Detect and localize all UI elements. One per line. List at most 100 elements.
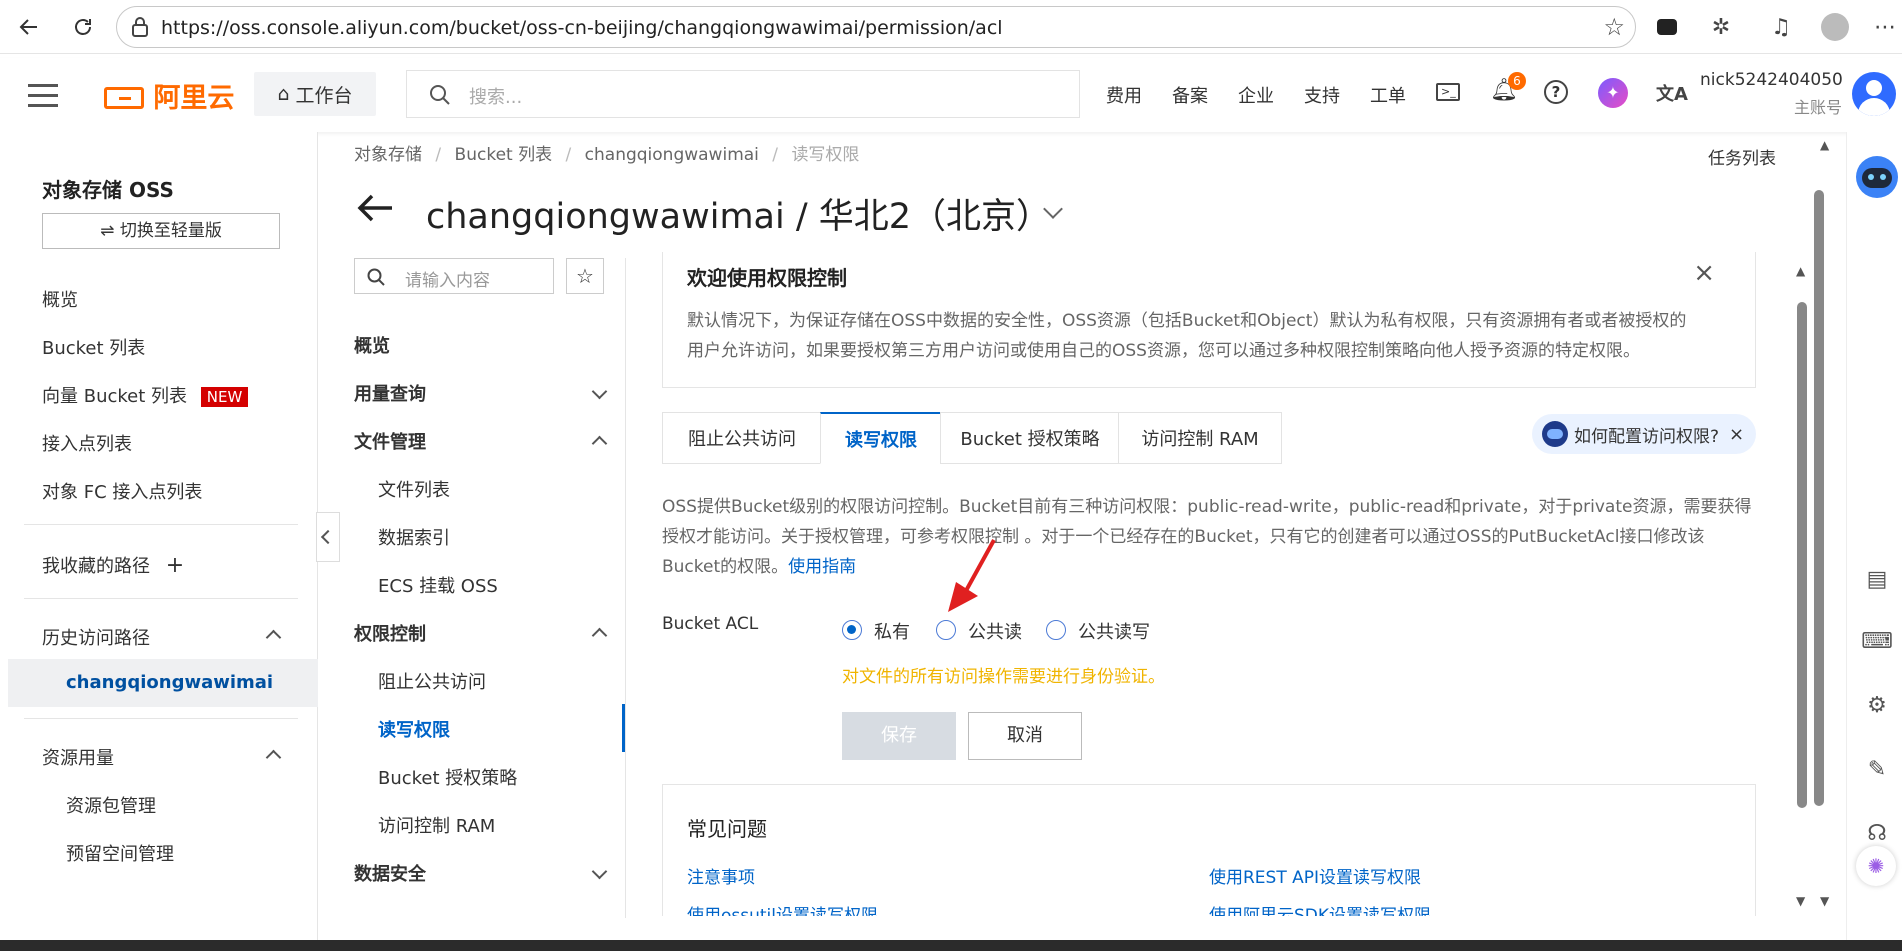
task-list-link[interactable]: 任务列表 [1708, 144, 1776, 169]
help-icon[interactable]: ? [1544, 80, 1568, 104]
sidebar-item-access-points[interactable]: 接入点列表 [42, 430, 132, 456]
close-icon[interactable]: × [1693, 258, 1715, 288]
nav-filing[interactable]: 备案 [1172, 82, 1208, 108]
cancel-button[interactable]: 取消 [968, 712, 1082, 760]
back-arrow-icon[interactable] [356, 192, 396, 229]
language-icon[interactable]: 文A [1656, 80, 1688, 106]
radio-private-label[interactable]: 私有 [874, 618, 910, 644]
nav-enterprise[interactable]: 企业 [1238, 82, 1274, 108]
sidebar-item-reserved-space[interactable]: 预留空间管理 [66, 840, 174, 866]
terminal-icon[interactable]: >_ [1436, 83, 1460, 101]
reload-icon[interactable] [68, 12, 98, 42]
home-icon: ⌂ [277, 83, 290, 105]
subnav-bucket-policy[interactable]: Bucket 授权策略 [378, 764, 517, 790]
chevron-up-icon[interactable] [265, 629, 282, 646]
tab-ram[interactable]: 访问控制 RAM [1118, 412, 1282, 464]
scroll-down-icon[interactable]: ▼ [1796, 894, 1805, 908]
nav-billing[interactable]: 费用 [1106, 82, 1142, 108]
subnav-ram[interactable]: 访问控制 RAM [378, 812, 495, 838]
url-text: https://oss.console.aliyun.com/bucket/os… [161, 17, 1003, 39]
guide-link[interactable]: 使用指南 [788, 557, 856, 577]
inner-scrollbar[interactable] [1797, 302, 1807, 808]
account-info[interactable]: nick5242404050 主账号 [1700, 70, 1843, 118]
subnav-block-public[interactable]: 阻止公共访问 [378, 668, 486, 694]
subnav-data-index[interactable]: 数据索引 [378, 524, 450, 550]
radio-public-read-write[interactable] [1046, 620, 1066, 640]
page-scrollbar[interactable] [1814, 190, 1824, 806]
subnav-search-input[interactable]: 请输入内容 [354, 258, 554, 294]
faq-link[interactable]: 使用ossutil设置读写权限 [687, 901, 878, 916]
puzzle-icon[interactable]: ✲ [1706, 12, 1736, 42]
subnav-permission-control[interactable]: 权限控制 [354, 620, 426, 646]
faq-title: 常见问题 [687, 817, 767, 841]
chevron-up-icon[interactable] [265, 749, 282, 766]
tab-bucket-policy[interactable]: Bucket 授权策略 [940, 412, 1120, 464]
add-icon[interactable]: + [166, 553, 184, 578]
nav-support[interactable]: 支持 [1304, 82, 1340, 108]
sidebar-item-vector-bucket[interactable]: 向量 Bucket 列表 NEW [42, 382, 249, 408]
history-item-row[interactable]: changqiongwawimai [8, 659, 318, 707]
star-icon[interactable]: ☆ [1603, 13, 1625, 41]
history-item-bucket: changqiongwawimai [66, 672, 274, 693]
ai-assistant-icon[interactable]: ✦ [1598, 78, 1628, 108]
address-bar[interactable]: https://oss.console.aliyun.com/bucket/os… [116, 6, 1636, 48]
breadcrumb-item[interactable]: 对象存储 [354, 145, 422, 165]
code-icon[interactable]: ⌨ [1861, 626, 1893, 656]
menu-icon[interactable] [28, 84, 58, 107]
sidebar-item-bucket-list[interactable]: Bucket 列表 [42, 334, 145, 360]
edit-icon[interactable]: ✎ [1862, 754, 1892, 784]
avatar[interactable] [1852, 72, 1896, 116]
taskbar-strip [0, 940, 1902, 951]
save-button[interactable]: 保存 [842, 712, 956, 760]
tab-block-public[interactable]: 阻止公共访问 [662, 412, 822, 464]
radio-public-read[interactable] [936, 620, 956, 640]
aliyun-logo[interactable]: 阿里云 [104, 76, 234, 115]
global-search-input[interactable]: 搜索... [406, 70, 1080, 118]
subnav-data-security[interactable]: 数据安全 [354, 860, 426, 886]
headset-icon[interactable]: ☊ [1862, 818, 1892, 848]
sidebar-item-fc-access-points[interactable]: 对象 FC 接入点列表 [42, 478, 202, 504]
subnav-usage[interactable]: 用量查询 [354, 380, 426, 406]
radio-private[interactable] [842, 620, 862, 640]
profile-icon[interactable] [1820, 12, 1850, 42]
gear-icon[interactable]: ⚙ [1862, 690, 1892, 720]
tab-acl-active[interactable]: 读写权限 [820, 412, 942, 464]
more-icon[interactable]: ⋯ [1870, 12, 1900, 42]
close-icon[interactable]: × [1729, 424, 1744, 445]
sidebar-resources[interactable]: 资源用量 [42, 744, 114, 770]
radio-public-read-write-label[interactable]: 公共读写 [1078, 618, 1150, 644]
sidebar-favorites[interactable]: 我收藏的路径 + [42, 552, 184, 578]
subnav-acl-active[interactable]: 读写权限 [378, 716, 450, 742]
media-icon[interactable]: ♫ [1766, 12, 1796, 42]
faq-link[interactable]: 使用阿里云SDK设置读写权限 [1209, 901, 1431, 916]
assistant-robot-icon[interactable] [1856, 156, 1898, 198]
workbench-button[interactable]: ⌂ 工作台 [254, 72, 376, 116]
scroll-up-icon[interactable]: ▲ [1820, 138, 1829, 152]
star-icon[interactable]: ☆ [566, 258, 604, 294]
faq-link[interactable]: 注意事项 [687, 863, 755, 888]
document-icon[interactable]: ▤ [1862, 564, 1892, 594]
subnav-file-list[interactable]: 文件列表 [378, 476, 450, 502]
ai-brain-icon[interactable]: ✺ [1856, 846, 1896, 886]
sidebar-item-overview[interactable]: 概览 [42, 286, 78, 312]
help-pill[interactable]: 如何配置访问权限? × [1532, 414, 1756, 454]
chevron-down-icon[interactable] [591, 863, 608, 880]
chevron-up-icon[interactable] [591, 627, 608, 644]
back-icon[interactable] [14, 12, 44, 42]
switch-lite-button[interactable]: ⇌ 切换至轻量版 [42, 213, 280, 249]
chevron-down-icon[interactable] [591, 383, 608, 400]
sidebar-history[interactable]: 历史访问路径 [42, 624, 150, 650]
scroll-up-icon[interactable]: ▲ [1796, 264, 1805, 278]
sidebar-item-resource-package[interactable]: 资源包管理 [66, 792, 156, 818]
nav-ticket[interactable]: 工单 [1370, 82, 1406, 108]
radio-public-read-label[interactable]: 公共读 [968, 618, 1022, 644]
subnav-overview[interactable]: 概览 [354, 332, 390, 358]
extension-icon[interactable] [1652, 12, 1682, 42]
breadcrumb-item[interactable]: changqiongwawimai [585, 145, 759, 165]
faq-link[interactable]: 使用REST API设置读写权限 [1209, 863, 1421, 888]
subnav-ecs-mount[interactable]: ECS 挂载 OSS [378, 572, 498, 598]
subnav-file-management[interactable]: 文件管理 [354, 428, 426, 454]
breadcrumb-item[interactable]: Bucket 列表 [455, 145, 553, 165]
chevron-up-icon[interactable] [591, 435, 608, 452]
scroll-down-icon[interactable]: ▼ [1820, 894, 1829, 908]
